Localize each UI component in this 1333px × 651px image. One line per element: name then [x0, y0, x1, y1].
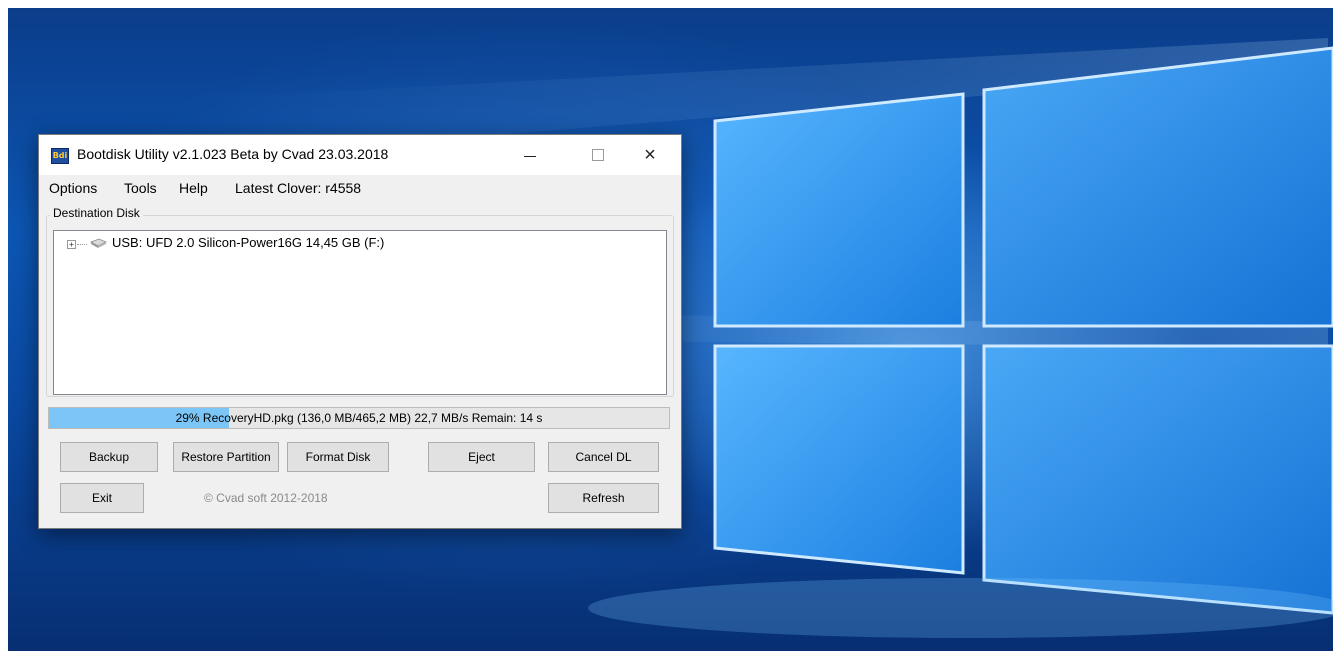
progress-text: 29% RecoveryHD.pkg (136,0 MB/465,2 MB) 2…	[175, 411, 543, 425]
window-title: Bootdisk Utility v2.1.023 Beta by Cvad 2…	[77, 146, 389, 162]
tree-item-usb-disk[interactable]: USB: UFD 2.0 Silicon-Power16G 14,45 GB (…	[112, 235, 384, 250]
close-button[interactable]: ×	[627, 135, 673, 175]
tree-connector	[77, 244, 87, 245]
tree-expand-icon[interactable]: +	[67, 240, 76, 249]
menu-tools[interactable]: Tools	[124, 180, 157, 196]
cancel-dl-button[interactable]: Cancel DL	[548, 442, 659, 472]
minimize-icon	[524, 155, 536, 157]
backup-button[interactable]: Backup	[60, 442, 158, 472]
menu-latest-clover[interactable]: Latest Clover: r4558	[235, 180, 361, 196]
restore-partition-button[interactable]: Restore Partition	[173, 442, 279, 472]
menu-help[interactable]: Help	[179, 180, 208, 196]
close-icon: ×	[644, 143, 656, 166]
maximize-button[interactable]	[575, 135, 621, 175]
minimize-button[interactable]	[507, 135, 553, 175]
format-disk-button[interactable]: Format Disk	[287, 442, 389, 472]
bootdisk-utility-window: Bdi Bootdisk Utility v2.1.023 Beta by Cv…	[38, 134, 682, 529]
copyright-text: © Cvad soft 2012-2018	[204, 491, 328, 505]
app-icon: Bdi	[51, 148, 69, 164]
maximize-icon	[592, 149, 604, 161]
refresh-button[interactable]: Refresh	[548, 483, 659, 513]
eject-button[interactable]: Eject	[428, 442, 535, 472]
exit-button[interactable]: Exit	[60, 483, 144, 513]
destination-disk-label: Destination Disk	[50, 206, 143, 220]
menu-options[interactable]: Options	[49, 180, 97, 196]
download-progress-bar: 29% RecoveryHD.pkg (136,0 MB/465,2 MB) 2…	[48, 407, 670, 429]
destination-disk-tree[interactable]: + USB: UFD 2.0 Silicon-Power16G 14,45 GB…	[53, 230, 667, 395]
usb-disk-icon	[90, 238, 107, 248]
menu-bar: Options Tools Help Latest Clover: r4558	[39, 175, 681, 201]
title-bar[interactable]: Bdi Bootdisk Utility v2.1.023 Beta by Cv…	[39, 135, 681, 175]
